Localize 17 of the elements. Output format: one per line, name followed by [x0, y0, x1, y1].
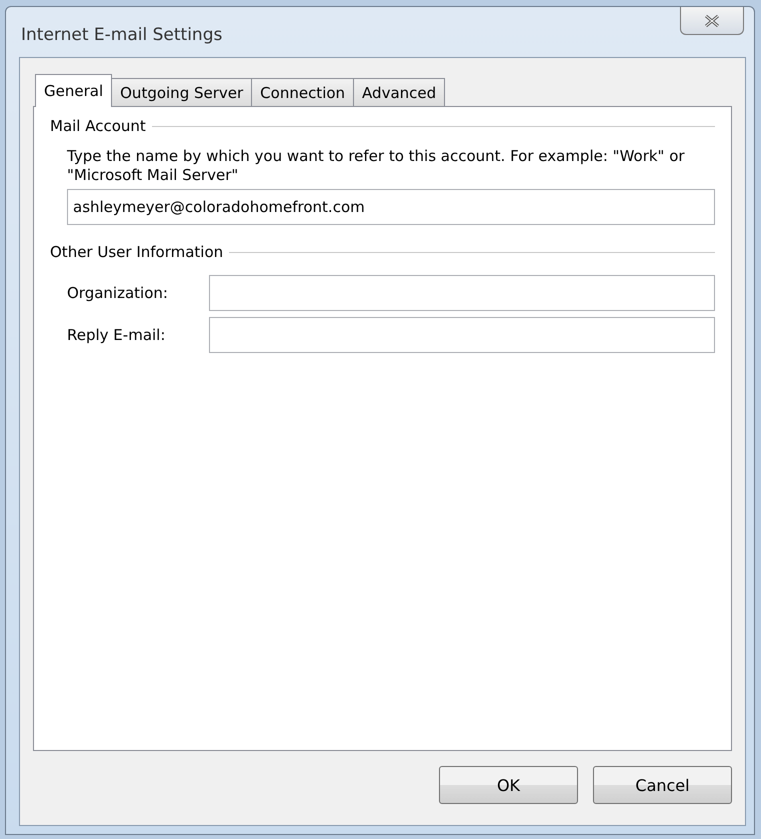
- close-icon: [703, 14, 721, 28]
- field-label: Reply E-mail:: [67, 326, 166, 344]
- section-heading: Mail Account: [50, 117, 146, 135]
- field-label: Organization:: [67, 284, 169, 302]
- close-button[interactable]: [680, 7, 744, 35]
- input-field[interactable]: [209, 275, 715, 311]
- tab[interactable]: Connection: [251, 78, 354, 106]
- input-field[interactable]: [209, 317, 715, 353]
- tab[interactable]: Outgoing Server: [111, 78, 252, 106]
- section-heading: Other User Information: [50, 243, 224, 261]
- dialog-button[interactable]: Cancel: [593, 766, 732, 804]
- tab[interactable]: Advanced: [353, 78, 446, 106]
- dialog-button[interactable]: OK: [439, 766, 578, 804]
- window-title: Internet E-mail Settings: [21, 25, 222, 45]
- account-name-field[interactable]: ashleymeyer@coloradohomefront.com: [67, 189, 715, 225]
- tab[interactable]: General: [35, 74, 112, 107]
- description-text: Type the name by which you want to refer to this account. For example: "Work" or "Microsoft Mail Server": [67, 147, 686, 185]
